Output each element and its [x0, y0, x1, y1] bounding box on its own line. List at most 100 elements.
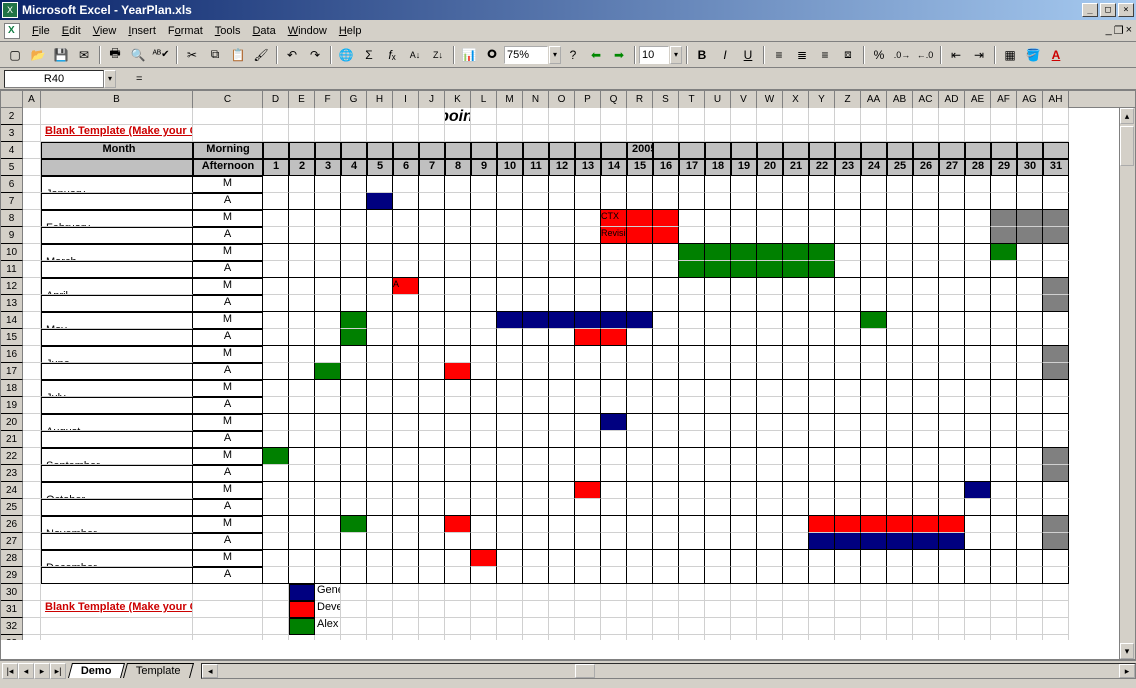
cell[interactable] — [679, 363, 705, 380]
cell[interactable] — [679, 550, 705, 567]
col-header[interactable]: Y — [809, 91, 835, 108]
cell[interactable] — [783, 278, 809, 295]
cell[interactable] — [991, 261, 1017, 278]
cell[interactable]: February — [41, 210, 193, 227]
cell[interactable] — [549, 465, 575, 482]
cell[interactable]: 26 — [913, 159, 939, 176]
cell[interactable] — [419, 329, 445, 346]
cell[interactable] — [23, 584, 41, 601]
cell[interactable] — [783, 125, 809, 142]
cell[interactable] — [965, 380, 991, 397]
cell[interactable] — [23, 159, 41, 176]
cell[interactable] — [653, 635, 679, 640]
cell[interactable]: 7 — [419, 159, 445, 176]
cell[interactable] — [23, 499, 41, 516]
cell[interactable] — [965, 397, 991, 414]
cell[interactable] — [887, 567, 913, 584]
row-header[interactable]: 12 — [1, 278, 23, 295]
cell[interactable]: April — [41, 278, 193, 295]
cell[interactable] — [367, 261, 393, 278]
cell[interactable] — [1017, 499, 1043, 516]
cell[interactable] — [887, 329, 913, 346]
cell[interactable] — [861, 431, 887, 448]
cell[interactable] — [731, 482, 757, 499]
cell[interactable] — [367, 431, 393, 448]
cell[interactable] — [731, 448, 757, 465]
cell[interactable] — [627, 550, 653, 567]
cell[interactable] — [991, 227, 1017, 244]
cell[interactable] — [41, 193, 193, 210]
cell[interactable] — [835, 244, 861, 261]
cell[interactable] — [23, 227, 41, 244]
cell[interactable] — [1043, 414, 1069, 431]
scroll-down-icon[interactable]: ▾ — [1120, 643, 1134, 659]
cell[interactable] — [679, 618, 705, 635]
cell[interactable] — [393, 193, 419, 210]
cell[interactable] — [705, 125, 731, 142]
cell[interactable] — [523, 499, 549, 516]
copy-icon[interactable]: ⧉ — [204, 44, 226, 66]
cell[interactable] — [341, 499, 367, 516]
cell[interactable] — [263, 465, 289, 482]
cell[interactable] — [523, 295, 549, 312]
spreadsheet-grid[interactable]: A B C DEFGHIJKLMNOPQRSTUVWXYZAAABACADAEA… — [0, 90, 1136, 660]
cell[interactable] — [549, 125, 575, 142]
cell[interactable]: 16 — [653, 159, 679, 176]
cell[interactable]: Department Appointments — [445, 108, 471, 125]
cell[interactable] — [193, 618, 263, 635]
cell[interactable] — [731, 397, 757, 414]
cell[interactable] — [679, 210, 705, 227]
cell[interactable] — [601, 295, 627, 312]
cell[interactable] — [445, 329, 471, 346]
cell[interactable] — [497, 448, 523, 465]
cell[interactable] — [965, 482, 991, 499]
cell[interactable]: Revision — [601, 227, 627, 244]
cell[interactable]: 11 — [523, 159, 549, 176]
cell[interactable] — [913, 516, 939, 533]
cell[interactable] — [601, 244, 627, 261]
cell[interactable] — [497, 312, 523, 329]
cell[interactable] — [471, 601, 497, 618]
cell[interactable] — [835, 346, 861, 363]
cell[interactable] — [23, 533, 41, 550]
cell[interactable] — [601, 499, 627, 516]
col-header[interactable]: O — [549, 91, 575, 108]
cell[interactable] — [549, 295, 575, 312]
cell[interactable] — [991, 176, 1017, 193]
cell[interactable] — [523, 550, 549, 567]
menu-help[interactable]: Help — [333, 23, 368, 39]
cell[interactable] — [679, 193, 705, 210]
name-box[interactable]: R40 — [4, 70, 104, 88]
cell[interactable] — [393, 482, 419, 499]
cell[interactable]: July — [41, 380, 193, 397]
cell[interactable] — [549, 516, 575, 533]
cell[interactable] — [731, 312, 757, 329]
cell[interactable]: November — [41, 516, 193, 533]
cell[interactable] — [393, 380, 419, 397]
cell[interactable] — [263, 380, 289, 397]
cell[interactable] — [601, 533, 627, 550]
cell[interactable] — [575, 312, 601, 329]
cell[interactable] — [1017, 397, 1043, 414]
cell[interactable] — [783, 499, 809, 516]
cell[interactable] — [887, 125, 913, 142]
cell[interactable] — [913, 261, 939, 278]
cell[interactable]: 25 — [887, 159, 913, 176]
cell[interactable]: M — [193, 312, 263, 329]
cell[interactable] — [549, 533, 575, 550]
cell[interactable] — [731, 295, 757, 312]
cell[interactable] — [627, 414, 653, 431]
tab-prev-icon[interactable]: ◂ — [18, 663, 34, 679]
cell[interactable] — [341, 533, 367, 550]
zoom-combo[interactable] — [504, 46, 548, 64]
cell[interactable] — [289, 210, 315, 227]
cell[interactable] — [861, 516, 887, 533]
cell[interactable] — [367, 125, 393, 142]
cell[interactable] — [705, 516, 731, 533]
cell[interactable] — [23, 108, 41, 125]
cell[interactable] — [861, 176, 887, 193]
cell[interactable]: 9 — [471, 159, 497, 176]
cell[interactable] — [887, 142, 913, 159]
cell[interactable]: Afternoon — [193, 159, 263, 176]
cell[interactable] — [523, 363, 549, 380]
